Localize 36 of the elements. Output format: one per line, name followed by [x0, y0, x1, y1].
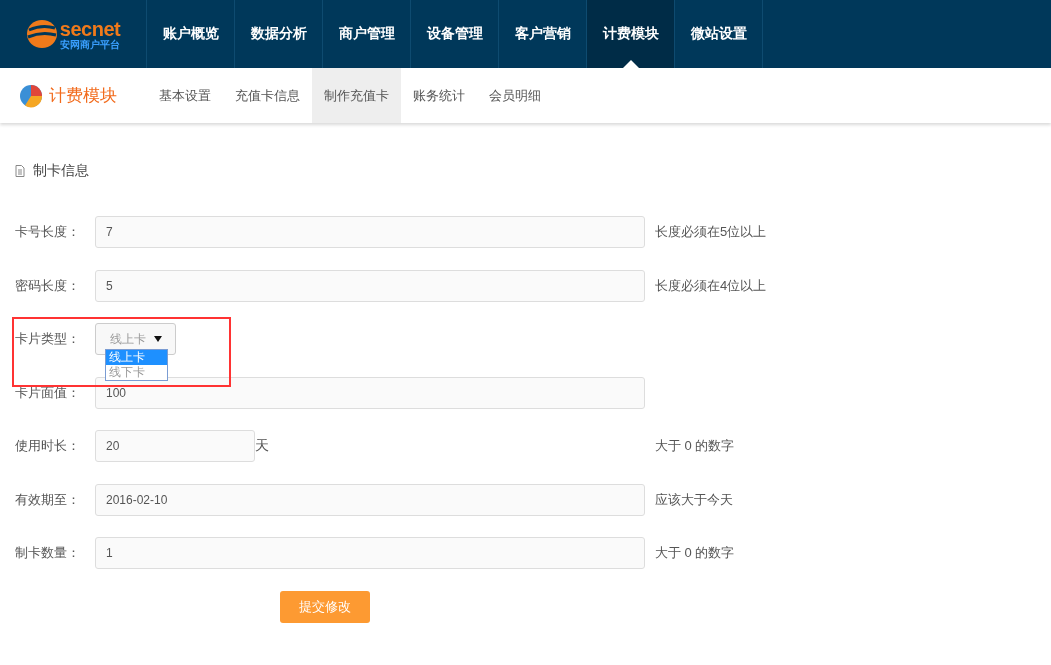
- field-label: 卡号长度：: [15, 223, 81, 241]
- section-title: 制卡信息: [33, 162, 89, 180]
- field-label: 使用时长：: [15, 437, 81, 455]
- module-title: 计费模块: [49, 85, 117, 107]
- input-field[interactable]: 20: [95, 430, 255, 462]
- field-label: 制卡数量：: [15, 544, 81, 562]
- brand-subtitle: 安网商户平台: [59, 39, 121, 50]
- sub-tab[interactable]: 基本设置: [147, 68, 223, 123]
- sub-tab[interactable]: 账务统计: [401, 68, 477, 123]
- field-label: 有效期至：: [15, 490, 81, 509]
- brand-name: secnet: [59, 18, 121, 39]
- nav-tab[interactable]: 账户概览: [147, 0, 235, 68]
- field-hint: 长度必须在5位以上: [655, 223, 767, 241]
- field-label: 卡片面值：: [15, 383, 81, 402]
- field-hint: 长度必须在4位以上: [655, 276, 767, 295]
- input-field[interactable]: 2016-02-10: [95, 483, 645, 516]
- input-field[interactable]: 7: [95, 216, 645, 248]
- unit-label: 天: [255, 437, 269, 455]
- field-label: 密码长度：: [15, 276, 81, 295]
- nav-tab[interactable]: 计费模块: [587, 0, 675, 68]
- sub-tab[interactable]: 制作充值卡: [312, 68, 401, 123]
- field-hint: 大于 0 的数字: [655, 544, 735, 562]
- sub-tab[interactable]: 会员明细: [477, 68, 553, 123]
- caret-icon: [153, 336, 162, 342]
- input-field[interactable]: 5: [95, 269, 645, 302]
- input-field[interactable]: 100: [95, 376, 645, 409]
- nav-tab[interactable]: 微站设置: [675, 0, 763, 68]
- field-hint: 应该大于今天: [655, 490, 733, 509]
- sub-tab[interactable]: 充值卡信息: [223, 68, 312, 123]
- field-hint: 大于 0 的数字: [655, 437, 735, 455]
- logo-icon: [25, 19, 58, 49]
- field-label: 卡片类型：: [15, 330, 81, 348]
- document-icon: [15, 165, 25, 177]
- pie-chart-icon: [19, 83, 43, 108]
- input-field[interactable]: 1: [95, 537, 645, 569]
- nav-tab[interactable]: 设备管理: [411, 0, 499, 68]
